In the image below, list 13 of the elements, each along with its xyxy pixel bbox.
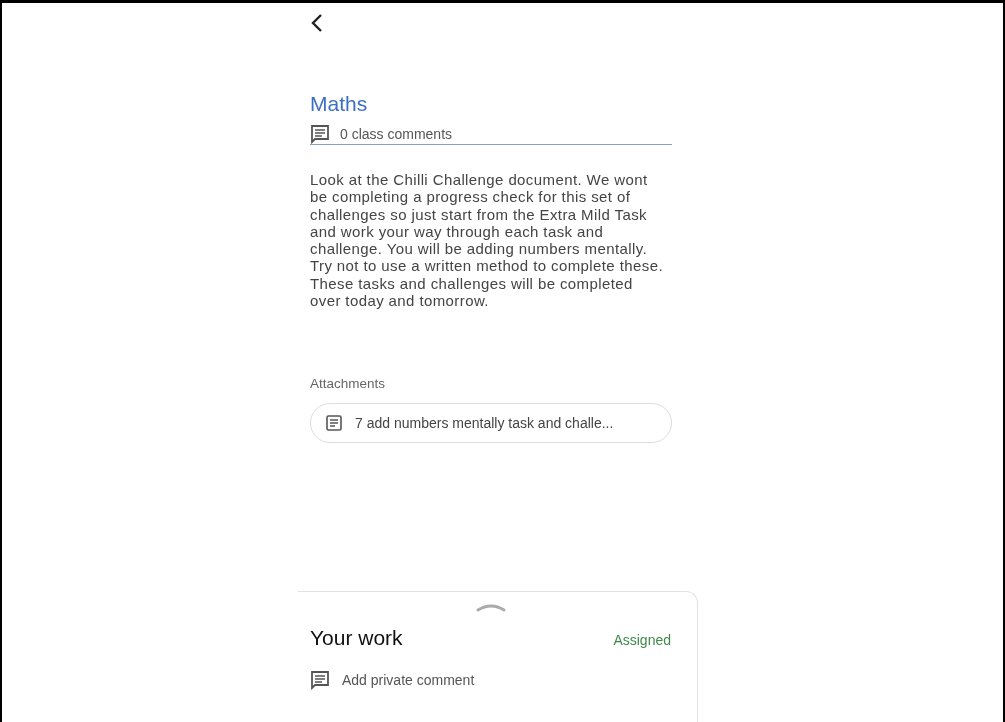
assignment-title: Maths [310, 92, 369, 116]
status-label: Assigned [613, 632, 671, 649]
comment-icon [310, 670, 330, 691]
back-button[interactable] [310, 13, 324, 33]
assignment-description: Look at the Chilli Challenge document. We wont be completing a progress check for this set of challenges so just start from the Extra Mild Task and work your way through each task and challenge. You will be adding numbers mentally. Try not to use a written method to complete these. These tasks and challenges will be completed over today and tomorrow. [310, 171, 664, 310]
document-icon [325, 414, 343, 433]
attachment-chip[interactable]: 7 add numbers mentally task and challe... [310, 403, 672, 444]
private-comment-link[interactable]: Add private comment [342, 672, 475, 689]
class-comments-link[interactable]: 0 class comments [340, 126, 453, 142]
expand-handle-icon[interactable] [475, 602, 506, 613]
your-work-title: Your work [310, 626, 403, 651]
attachments-label: Attachments [310, 376, 387, 392]
comment-icon [310, 124, 330, 144]
